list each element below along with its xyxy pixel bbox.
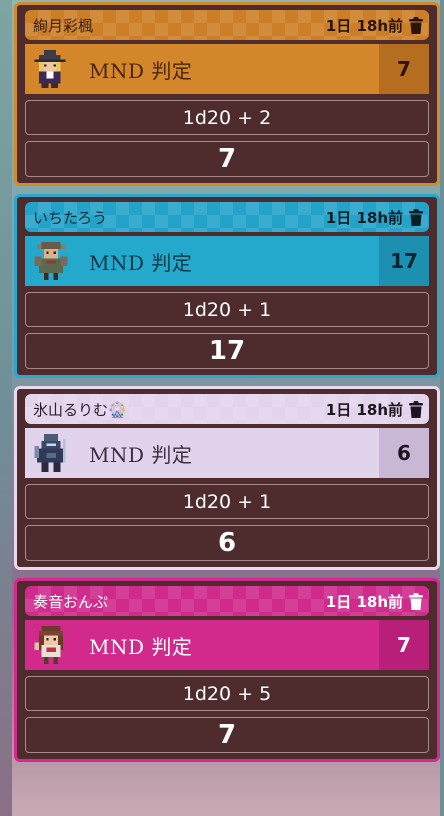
dice-roll-feed: 絢月彩楓 1日 18h前 MND 判定 7 1d20 + 2 7 いちたろう 1…	[14, 2, 440, 770]
girl-sprite-icon	[25, 620, 77, 670]
trash-icon[interactable]	[409, 16, 423, 34]
check-label: MND 判定	[89, 250, 193, 275]
formula-box: 1d20 + 1	[25, 484, 429, 519]
result-box: 6	[25, 525, 429, 561]
user-name: 絢月彩楓	[33, 16, 94, 35]
roll-row: MND 判定 17	[25, 236, 429, 286]
roll-row: MND 判定 6	[25, 428, 429, 478]
roll-card: 氷山るりむ🎡 1日 18h前 MND 判定 6 1d20 + 1 6	[14, 386, 440, 570]
witch-sprite-icon	[25, 44, 77, 94]
timestamp: 1日 18h前	[325, 208, 403, 227]
roll-card: 奏音おんぷ 1日 18h前 MND 判定 7 1d20 + 5 7	[14, 578, 440, 762]
knight-sprite-icon	[25, 428, 77, 478]
timestamp: 1日 18h前	[325, 400, 403, 419]
scrollbar[interactable]	[440, 0, 444, 816]
card-header: 絢月彩楓 1日 18h前	[25, 10, 429, 40]
user-name: いちたろう	[33, 208, 108, 227]
roll-value: 7	[379, 620, 429, 670]
card-header: いちたろう 1日 18h前	[25, 202, 429, 232]
trash-icon[interactable]	[409, 592, 423, 610]
trash-icon[interactable]	[409, 400, 423, 418]
roll-row: MND 判定 7	[25, 44, 429, 94]
user-name: 奏音おんぷ	[33, 592, 109, 611]
warrior-sprite-icon	[25, 236, 77, 286]
roll-value: 17	[379, 236, 429, 286]
formula-box: 1d20 + 5	[25, 676, 429, 711]
result-box: 17	[25, 333, 429, 369]
formula-box: 1d20 + 1	[25, 292, 429, 327]
roll-value: 7	[379, 44, 429, 94]
roll-value: 6	[379, 428, 429, 478]
trash-icon[interactable]	[409, 208, 423, 226]
check-label: MND 判定	[89, 634, 193, 659]
user-name: 氷山るりむ🎡	[33, 400, 127, 419]
background-strip-left	[0, 0, 12, 816]
result-box: 7	[25, 141, 429, 177]
roll-card: いちたろう 1日 18h前 MND 判定 17 1d20 + 1 17	[14, 194, 440, 378]
card-header: 奏音おんぷ 1日 18h前	[25, 586, 429, 616]
check-label: MND 判定	[89, 58, 193, 83]
roll-card: 絢月彩楓 1日 18h前 MND 判定 7 1d20 + 2 7	[14, 2, 440, 186]
timestamp: 1日 18h前	[325, 592, 403, 611]
timestamp: 1日 18h前	[325, 16, 403, 35]
result-box: 7	[25, 717, 429, 753]
check-label: MND 判定	[89, 442, 193, 467]
roll-row: MND 判定 7	[25, 620, 429, 670]
card-header: 氷山るりむ🎡 1日 18h前	[25, 394, 429, 424]
formula-box: 1d20 + 2	[25, 100, 429, 135]
